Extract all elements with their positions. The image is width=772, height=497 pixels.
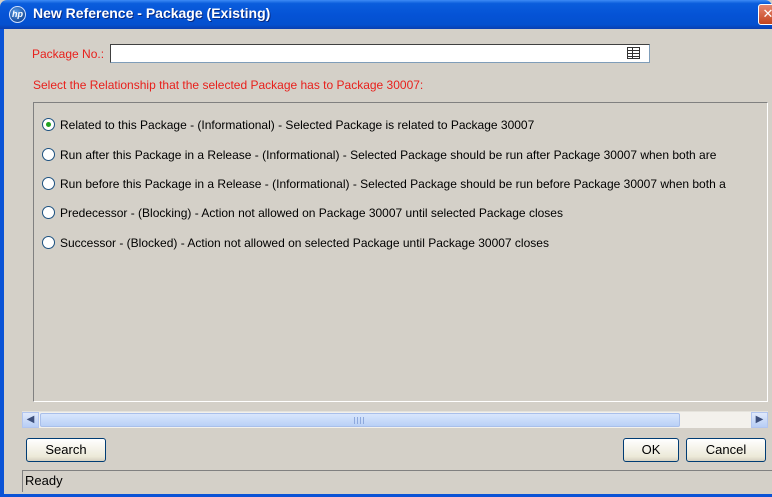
relationship-options-panel: Related to this Package - (Informational… xyxy=(33,102,768,402)
scrollbar-thumb[interactable] xyxy=(40,413,680,427)
package-number-label: Package No.: xyxy=(32,47,105,61)
window-title: New Reference - Package (Existing) xyxy=(33,5,271,21)
relationship-option-label: Successor - (Blocked) - Action not allow… xyxy=(60,236,549,250)
scroll-right-icon[interactable]: ▶ xyxy=(751,412,768,428)
table-lookup-icon[interactable] xyxy=(627,47,640,59)
ok-button[interactable]: OK xyxy=(623,438,679,462)
relationship-option-label: Predecessor - (Blocking) - Action not al… xyxy=(60,206,563,220)
scroll-left-icon[interactable]: ◀ xyxy=(22,412,39,428)
radio-button[interactable] xyxy=(42,177,55,190)
package-number-field[interactable] xyxy=(110,44,650,63)
radio-button[interactable] xyxy=(42,236,55,249)
title-bar[interactable]: hp New Reference - Package (Existing) ✕ xyxy=(0,0,772,29)
status-bar: Ready xyxy=(22,470,772,492)
relationship-option-label: Related to this Package - (Informational… xyxy=(60,118,535,132)
cancel-button[interactable]: Cancel xyxy=(686,438,766,462)
window-frame-left xyxy=(0,29,4,497)
dialog-window: hp New Reference - Package (Existing) ✕ … xyxy=(0,0,772,497)
close-button[interactable]: ✕ xyxy=(758,4,772,25)
radio-button[interactable] xyxy=(42,148,55,161)
radio-button[interactable] xyxy=(42,206,55,219)
search-button[interactable]: Search xyxy=(26,438,106,462)
radio-button[interactable] xyxy=(42,118,55,131)
hp-logo-icon: hp xyxy=(9,6,26,23)
relationship-option-label: Run before this Package in a Release - (… xyxy=(60,177,726,191)
relationship-prompt: Select the Relationship that the selecte… xyxy=(33,78,424,92)
relationship-option-label: Run after this Package in a Release - (I… xyxy=(60,148,717,162)
grip-icon xyxy=(354,417,366,424)
horizontal-scrollbar[interactable]: ◀ ▶ xyxy=(22,411,768,428)
